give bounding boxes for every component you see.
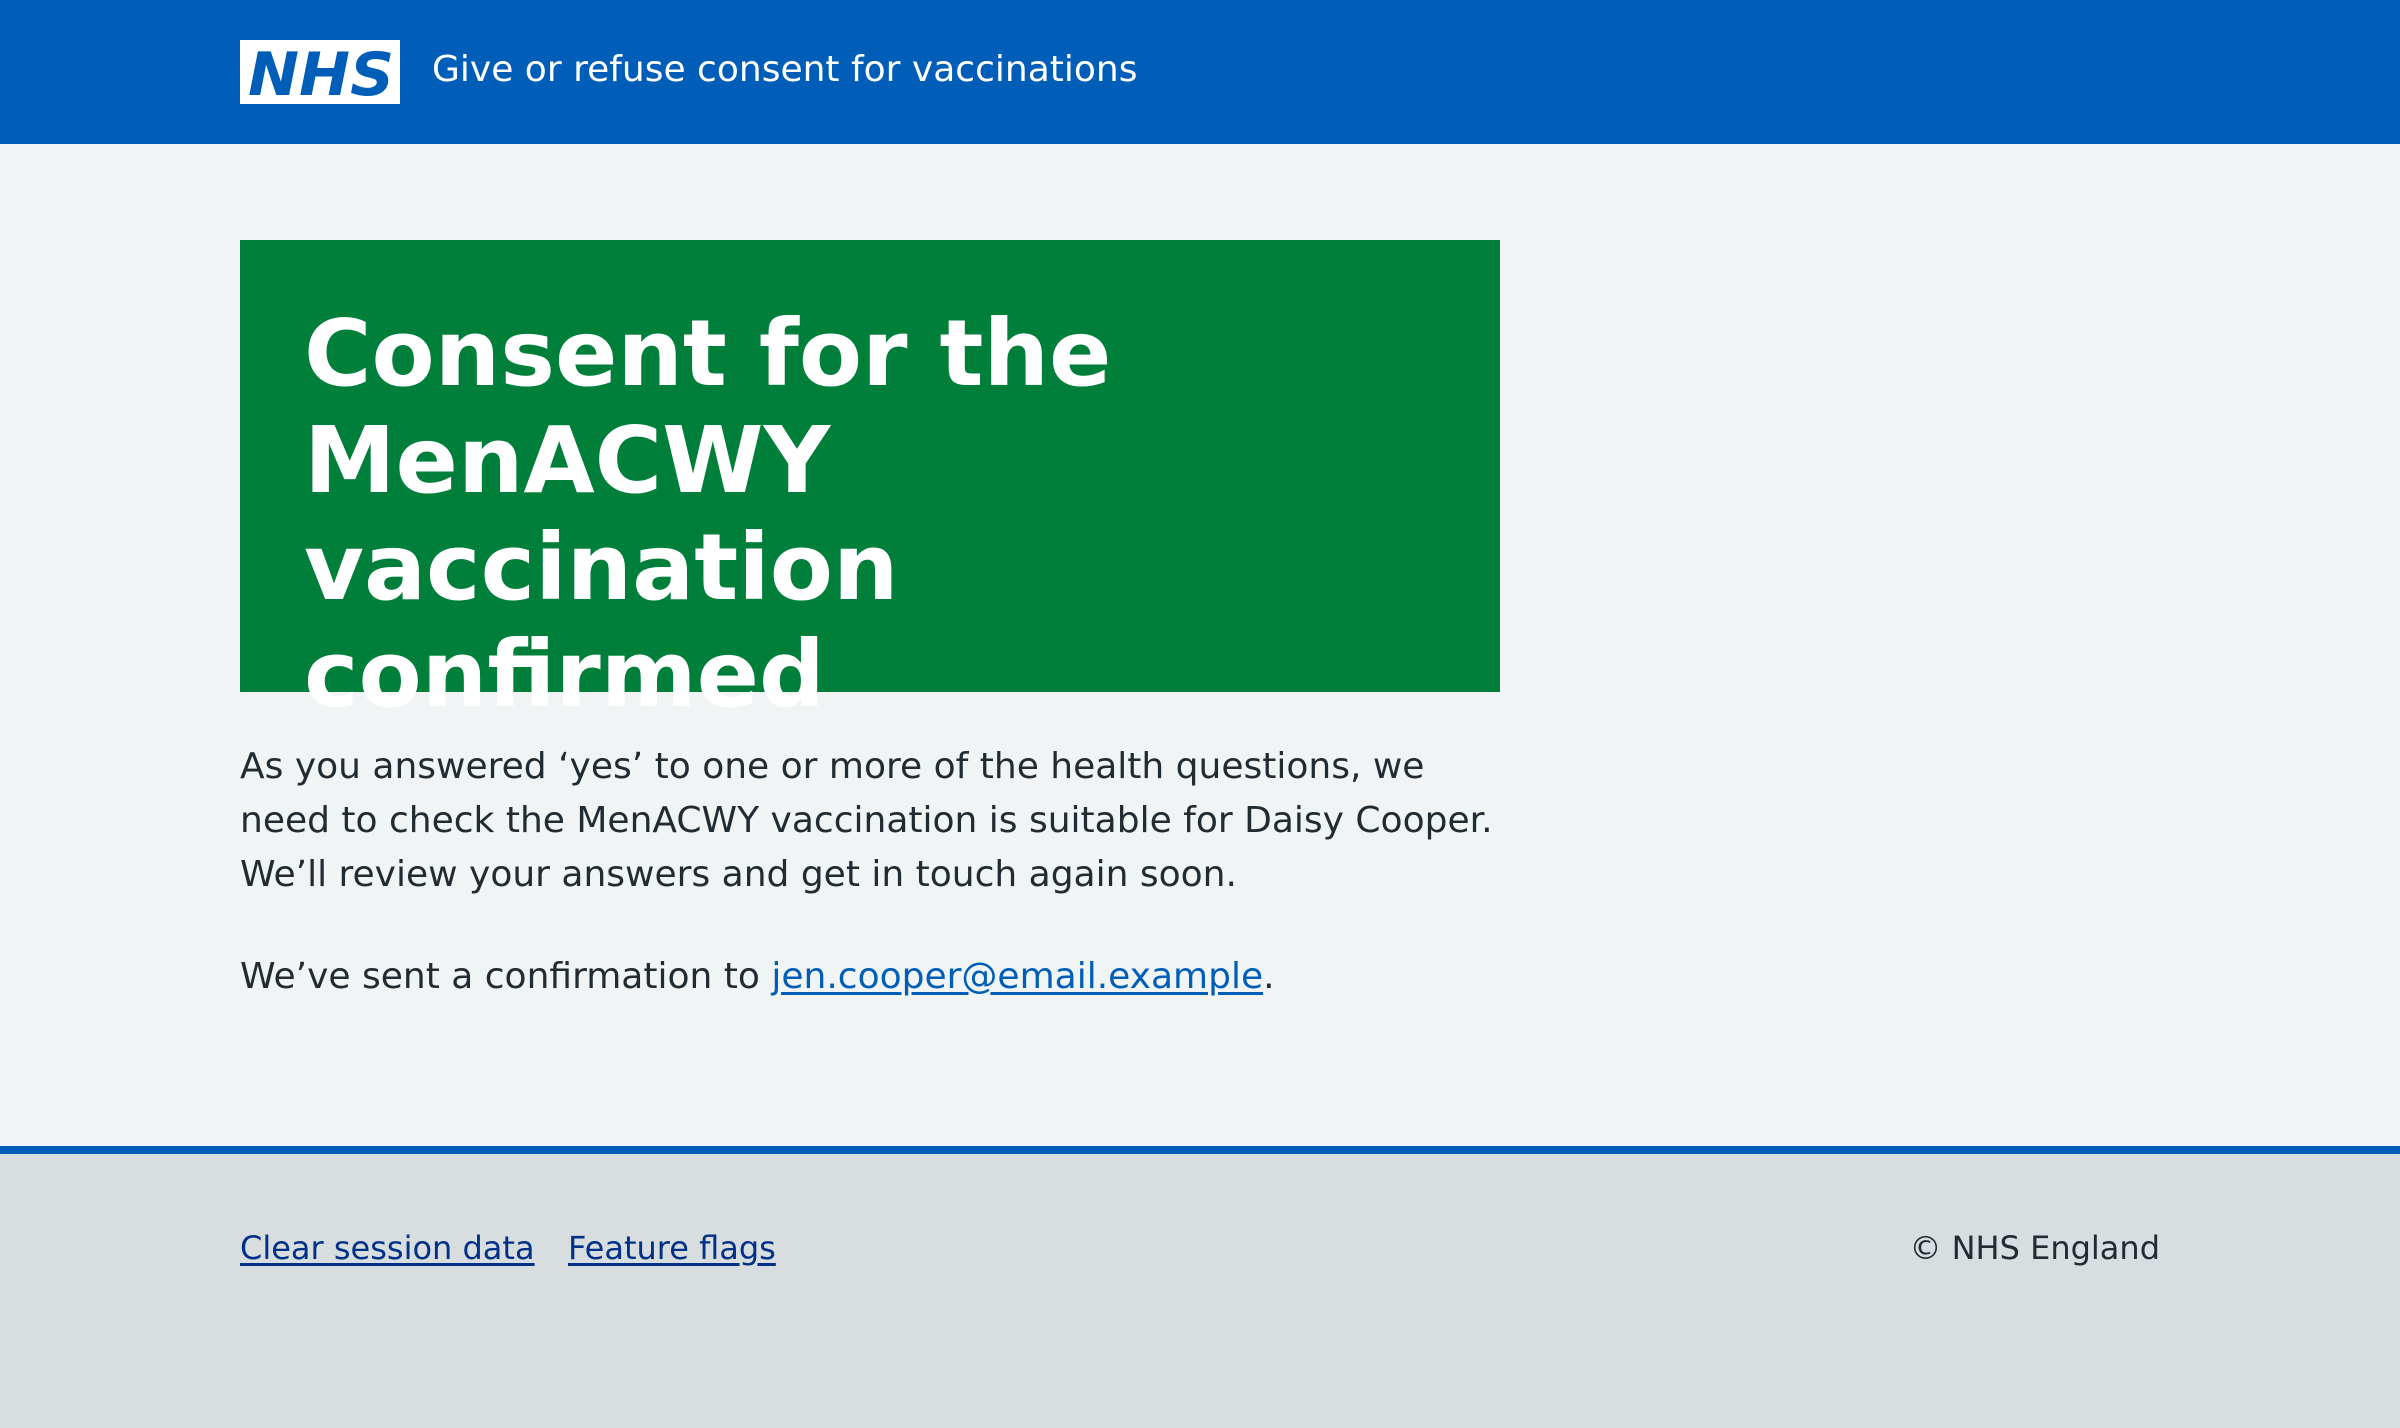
confirmation-email-message: We’ve sent a confirmation to jen.cooper@… xyxy=(240,950,1500,1004)
feature-flags-link[interactable]: Feature flags xyxy=(568,1228,776,1268)
confirmation-title: Consent for the MenACWY vaccination conf… xyxy=(304,300,1112,728)
confirmation-panel: Consent for the MenACWY vaccination conf… xyxy=(240,240,1500,728)
site-header: NHS Give or refuse consent for vaccinati… xyxy=(0,0,2400,144)
site-footer: Clear session data Feature flags © NHS E… xyxy=(0,1146,2400,1428)
nhs-logo[interactable]: NHS xyxy=(240,40,400,104)
clear-session-data-link[interactable]: Clear session data xyxy=(240,1228,535,1268)
confirmation-suffix: . xyxy=(1263,956,1275,997)
copyright: © NHS England xyxy=(1909,1229,2160,1267)
service-name[interactable]: Give or refuse consent for vaccinations xyxy=(432,48,1137,92)
email-link[interactable]: jen.cooper@email.example xyxy=(771,956,1263,997)
nhs-logo-text: NHS xyxy=(248,40,394,104)
health-questions-message: As you answered ‘yes’ to one or more of … xyxy=(240,746,1493,895)
confirmation-prefix: We’ve sent a confirmation to xyxy=(240,956,772,997)
